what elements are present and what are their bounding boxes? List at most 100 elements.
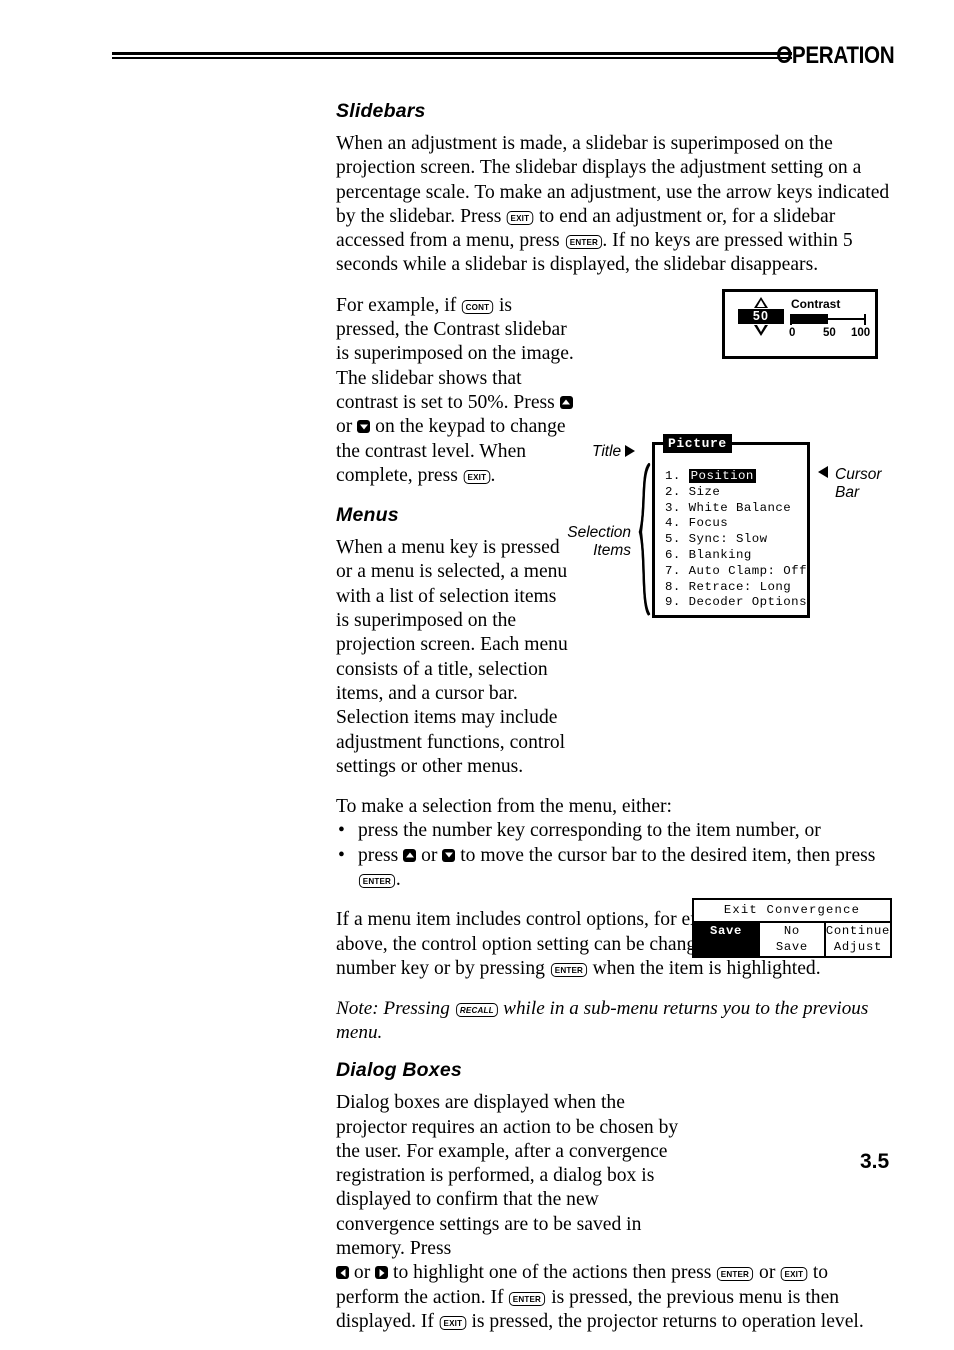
arrow-down-key-icon bbox=[357, 420, 371, 434]
menu-item[interactable]: 2. Size bbox=[665, 485, 805, 501]
dialog-p1-text-b: or bbox=[353, 1262, 371, 1284]
scale-tick-0: 0 bbox=[789, 327, 796, 339]
triangle-left-icon bbox=[818, 466, 828, 478]
menu-item[interactable]: 8. Retrace: Long bbox=[665, 580, 805, 596]
dialog-button-continue-adjust-line2: Adjust bbox=[833, 940, 882, 954]
arrow-up-key-icon bbox=[403, 848, 417, 862]
arrow-down-key-icon bbox=[442, 848, 456, 862]
arrow-right-key-icon bbox=[375, 1266, 389, 1280]
menu-item-label: Sync: Slow bbox=[688, 532, 768, 547]
note-text-a: Note: Pressing bbox=[336, 998, 450, 1020]
menu-item[interactable]: 6. Blanking bbox=[665, 548, 805, 564]
menus-paragraph-1: When a menu key is pressed or a menu is … bbox=[336, 537, 568, 777]
menu-title: Picture bbox=[663, 434, 732, 453]
list-item: press or to move the cursor bar to the d… bbox=[336, 844, 894, 893]
menu-item[interactable]: 7. Auto Clamp: Off bbox=[665, 563, 807, 580]
menu-item-number: 6. bbox=[665, 547, 681, 562]
menu-item-label: Decoder Options bbox=[688, 595, 807, 610]
dialog-p1-text-a: Dialog boxes are displayed when the proj… bbox=[336, 1092, 679, 1259]
menus-bullet-list: press the number key corresponding to th… bbox=[336, 819, 894, 892]
menus-p3-text-b: when the item is highlighted. bbox=[592, 957, 821, 979]
menu-item-label: White Balance bbox=[688, 500, 792, 515]
slidebars-p2-text-e: . bbox=[490, 464, 496, 486]
dialog-p1-text-c: to highlight one of the actions then pre… bbox=[393, 1262, 712, 1284]
callout-cursor-line1: Cursor bbox=[835, 466, 882, 483]
contrast-value: 50 bbox=[738, 309, 784, 324]
menu-item[interactable]: 4. Focus bbox=[665, 516, 805, 532]
list-item: press the number key corresponding to th… bbox=[336, 819, 894, 844]
slidebars-paragraph-2: For example, if CONT is pressed, the Con… bbox=[336, 294, 574, 488]
menus-note: Note: Pressing RECALL while in a sub-men… bbox=[336, 997, 894, 1045]
menu-item[interactable]: 9. Decoder Options bbox=[665, 595, 807, 611]
contrast-slidebar-figure: 50 Contrast 0 50 100 bbox=[722, 289, 878, 359]
menu-item-number: 1. bbox=[665, 469, 681, 483]
menu-item-number: 9. bbox=[665, 595, 681, 610]
key-exit-badge: EXIT bbox=[439, 1315, 466, 1330]
key-enter-badge: ENTER bbox=[509, 1291, 546, 1306]
menu-item-number: 5. bbox=[665, 532, 681, 547]
callout-selection-line1: Selection bbox=[567, 524, 631, 541]
bullet-2-text-d: . bbox=[395, 869, 401, 891]
callout-selection-items: Selection Items bbox=[555, 524, 631, 559]
callout-title: Title bbox=[592, 443, 636, 461]
dialog-box-figure: Exit Convergence Save No Save Continue A… bbox=[692, 898, 892, 958]
callout-selection-line2: Items bbox=[593, 541, 631, 559]
key-enter-badge: ENTER bbox=[550, 962, 587, 977]
dialog-button-save[interactable]: Save bbox=[694, 923, 760, 956]
callout-title-label: Title bbox=[592, 443, 622, 460]
menu-item[interactable]: 3. White Balance bbox=[665, 501, 805, 517]
menu-item-label: Auto Clamp: Off bbox=[688, 563, 807, 578]
triangle-right-icon bbox=[625, 445, 636, 457]
menu-item-label: Position bbox=[688, 469, 756, 483]
arrow-up-key-icon bbox=[559, 395, 573, 409]
menu-item-number: 7. bbox=[665, 563, 681, 578]
key-exit-badge: EXIT bbox=[780, 1267, 808, 1282]
scale-tick-50: 50 bbox=[823, 327, 836, 339]
section-heading-dialog-boxes: Dialog Boxes bbox=[336, 1059, 462, 1082]
triangle-up-icon bbox=[754, 297, 768, 308]
dialog-button-continue-adjust[interactable]: Continue Adjust bbox=[826, 923, 890, 956]
menu-item-number: 8. bbox=[665, 579, 681, 594]
menu-item-label: Focus bbox=[688, 516, 729, 531]
slidebars-paragraph-1: When an adjustment is made, a slidebar i… bbox=[336, 132, 894, 278]
contrast-scale: 0 50 100 bbox=[789, 327, 874, 341]
menu-item-label: Retrace: Long bbox=[688, 579, 792, 594]
section-heading-slidebars: Slidebars bbox=[336, 100, 426, 122]
dialog-button-continue-adjust-line1: Continue bbox=[825, 924, 890, 938]
dialog-p1-rest: or to highlight one of the actions then … bbox=[336, 1261, 894, 1334]
contrast-track bbox=[790, 313, 866, 326]
dialog-button-row: Save No Save Continue Adjust bbox=[694, 923, 890, 956]
contrast-bar-group: Contrast 0 50 100 bbox=[789, 297, 870, 341]
key-cont-badge: CONT bbox=[461, 299, 494, 314]
menu-item[interactable]: 5. Sync: Slow bbox=[665, 532, 805, 548]
callout-cursor-line2: Bar bbox=[835, 483, 860, 501]
header-rule bbox=[112, 52, 792, 59]
menu-item-number: 2. bbox=[665, 484, 681, 499]
menu-item-label: Blanking bbox=[688, 547, 752, 562]
key-enter-badge: ENTER bbox=[565, 235, 602, 250]
dialog-button-save-line1: Save bbox=[709, 924, 742, 938]
contrast-fill bbox=[791, 314, 828, 324]
dialog-p1-text-g: is pressed, the projector returns to ope… bbox=[471, 1310, 864, 1332]
slidebars-p2-text-d: on the keypad to change the contrast lev… bbox=[336, 416, 566, 486]
menu-item[interactable]: 1. Position bbox=[665, 469, 805, 485]
menu-item-label: Size bbox=[688, 484, 721, 499]
menu-item-number: 4. bbox=[665, 516, 681, 531]
dialog-button-no-save-line1: No bbox=[783, 924, 800, 938]
key-recall-badge: RECALL bbox=[455, 1003, 498, 1018]
menu-item-number: 3. bbox=[665, 500, 681, 515]
contrast-label: Contrast bbox=[791, 297, 841, 311]
dialog-button-no-save[interactable]: No Save bbox=[760, 923, 826, 956]
contrast-arrows-group: 50 bbox=[738, 297, 784, 336]
page-number: 3.5 bbox=[860, 1150, 890, 1173]
bullet-1-text: press the number key corresponding to th… bbox=[358, 820, 821, 842]
dialog-p1-wrap: Dialog boxes are displayed when the proj… bbox=[336, 1091, 686, 1261]
slidebars-p2-text-a: For example, if bbox=[336, 294, 457, 316]
dialog-boxes-paragraph-1: Dialog boxes are displayed when the proj… bbox=[336, 1091, 894, 1334]
bullet-2-text-c: to move the cursor bar to the desired it… bbox=[460, 844, 876, 866]
bullet-2-text-a: press bbox=[358, 844, 399, 866]
key-exit-badge-2: EXIT bbox=[463, 469, 490, 484]
triangle-down-icon bbox=[754, 325, 768, 336]
bullet-2-text-b: or bbox=[421, 844, 438, 866]
picture-menu-figure: Picture 1. Position 2. Size 3. White Bal… bbox=[652, 434, 810, 618]
